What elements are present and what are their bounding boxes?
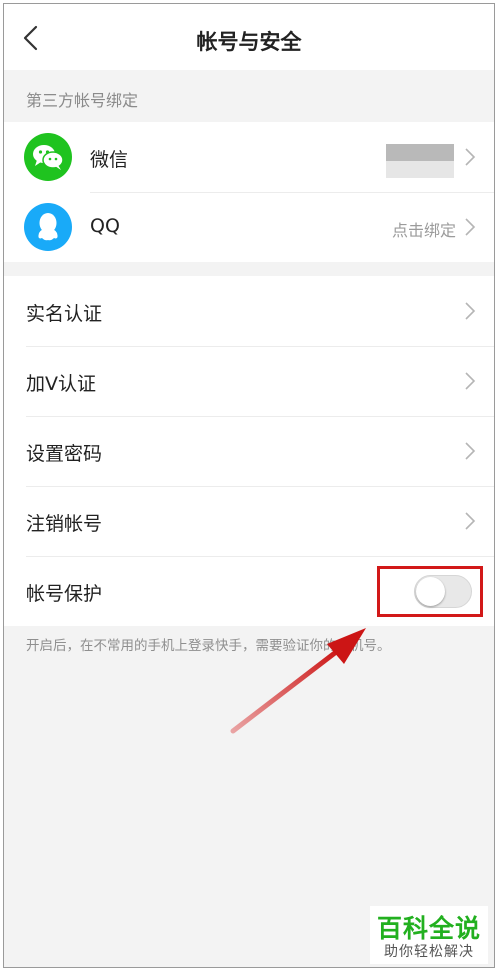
- chevron-right-icon: [465, 442, 476, 460]
- watermark-title: 百科全说: [376, 914, 481, 943]
- watermark-subtitle: 助你轻松解决: [384, 944, 474, 960]
- third-party-binding-header: 第三方帐号绑定: [4, 70, 494, 122]
- chevron-right-icon: [465, 372, 476, 390]
- chevron-right-icon: [465, 302, 476, 320]
- menu-item-delete-account[interactable]: 注销帐号: [4, 486, 494, 556]
- menu-item-account-protection: 帐号保护: [4, 556, 494, 626]
- binding-row-wechat[interactable]: 微信: [4, 122, 494, 192]
- menu-item-label: 加V认证: [26, 373, 96, 395]
- screen: 帐号与安全 第三方帐号绑定 微信 QQ 点击绑定 实名认证 加V认证 设置密码 …: [3, 3, 495, 968]
- bind-qq-link[interactable]: 点击绑定: [392, 217, 456, 241]
- chevron-right-icon: [465, 148, 476, 166]
- binding-label-wechat: 微信: [90, 149, 129, 171]
- redacted-account-name: [386, 144, 454, 178]
- qq-icon: [24, 203, 72, 251]
- page-title: 帐号与安全: [196, 30, 302, 54]
- menu-item-label: 注销帐号: [26, 513, 103, 535]
- watermark-logo: 百科全说 助你轻松解决: [370, 906, 488, 964]
- annotation-highlight-box: [377, 566, 483, 617]
- top-bar: 帐号与安全: [4, 4, 494, 70]
- chevron-right-icon: [465, 512, 476, 530]
- menu-item-label: 帐号保护: [26, 583, 103, 605]
- menu-item-label: 设置密码: [26, 443, 103, 465]
- binding-row-qq[interactable]: QQ 点击绑定: [4, 192, 494, 262]
- protection-note: 开启后，在不常用的手机上登录快手，需要验证你的手机号。: [26, 638, 391, 654]
- section-title: 第三方帐号绑定: [26, 91, 139, 110]
- menu-item-real-name[interactable]: 实名认证: [4, 276, 494, 346]
- binding-label-qq: QQ: [90, 215, 120, 237]
- wechat-icon: [24, 133, 72, 181]
- menu-item-v-verification[interactable]: 加V认证: [4, 346, 494, 416]
- security-menu: 实名认证 加V认证 设置密码 注销帐号 帐号保护: [4, 276, 494, 626]
- menu-item-label: 实名认证: [26, 303, 103, 325]
- third-party-binding-list: 微信 QQ 点击绑定: [4, 122, 494, 262]
- chevron-right-icon: [465, 218, 476, 236]
- menu-item-set-password[interactable]: 设置密码: [4, 416, 494, 486]
